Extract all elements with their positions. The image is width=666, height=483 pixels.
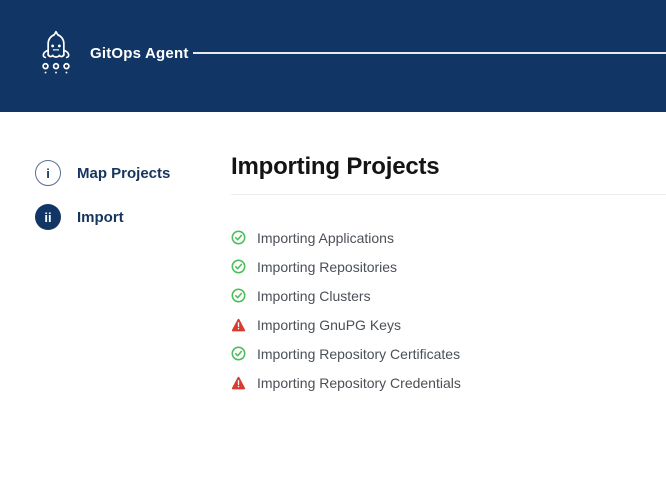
- wizard-step-import[interactable]: ii Import: [35, 204, 170, 230]
- header-divider: [193, 52, 666, 54]
- wizard-step-map-projects[interactable]: i Map Projects: [35, 160, 170, 186]
- import-status-label: Importing Applications: [257, 230, 394, 246]
- page-title: Importing Projects: [231, 153, 666, 181]
- import-status-row: Importing Repository Certificates: [231, 339, 666, 368]
- success-circle-icon: [231, 346, 246, 361]
- import-status-row: Importing Repositories: [231, 252, 666, 281]
- step-numeral: i: [46, 166, 50, 181]
- import-status-label: Importing Repository Credentials: [257, 375, 461, 391]
- import-status-row: Importing Clusters: [231, 281, 666, 310]
- app-header: GitOps Agent: [0, 0, 666, 112]
- import-status-label: Importing Clusters: [257, 288, 371, 304]
- warning-triangle-icon: [231, 375, 246, 390]
- step-numeral-badge: ii: [35, 204, 61, 230]
- import-status-row: Importing Repository Credentials: [231, 368, 666, 397]
- wizard-steps: i Map Projects ii Import: [35, 160, 170, 248]
- import-status-label: Importing Repository Certificates: [257, 346, 460, 362]
- import-status-label: Importing Repositories: [257, 259, 397, 275]
- success-circle-icon: [231, 230, 246, 245]
- main-content: Importing Projects Importing Application…: [231, 153, 666, 397]
- step-label: Map Projects: [77, 165, 170, 182]
- import-status-row: Importing Applications: [231, 223, 666, 252]
- step-numeral: ii: [44, 210, 51, 225]
- success-circle-icon: [231, 288, 246, 303]
- gitops-agent-window: GitOps Agent i Map Projects ii Import Im…: [0, 0, 666, 483]
- step-label: Import: [77, 209, 124, 226]
- step-numeral-badge: i: [35, 160, 61, 186]
- warning-triangle-icon: [231, 317, 246, 332]
- title-divider: [231, 194, 666, 195]
- import-status-label: Importing GnuPG Keys: [257, 317, 401, 333]
- import-status-row: Importing GnuPG Keys: [231, 310, 666, 339]
- app-title: GitOps Agent: [90, 45, 189, 62]
- success-circle-icon: [231, 259, 246, 274]
- import-status-list: Importing Applications Importing Reposit…: [231, 223, 666, 397]
- argo-squid-icon: [38, 30, 74, 74]
